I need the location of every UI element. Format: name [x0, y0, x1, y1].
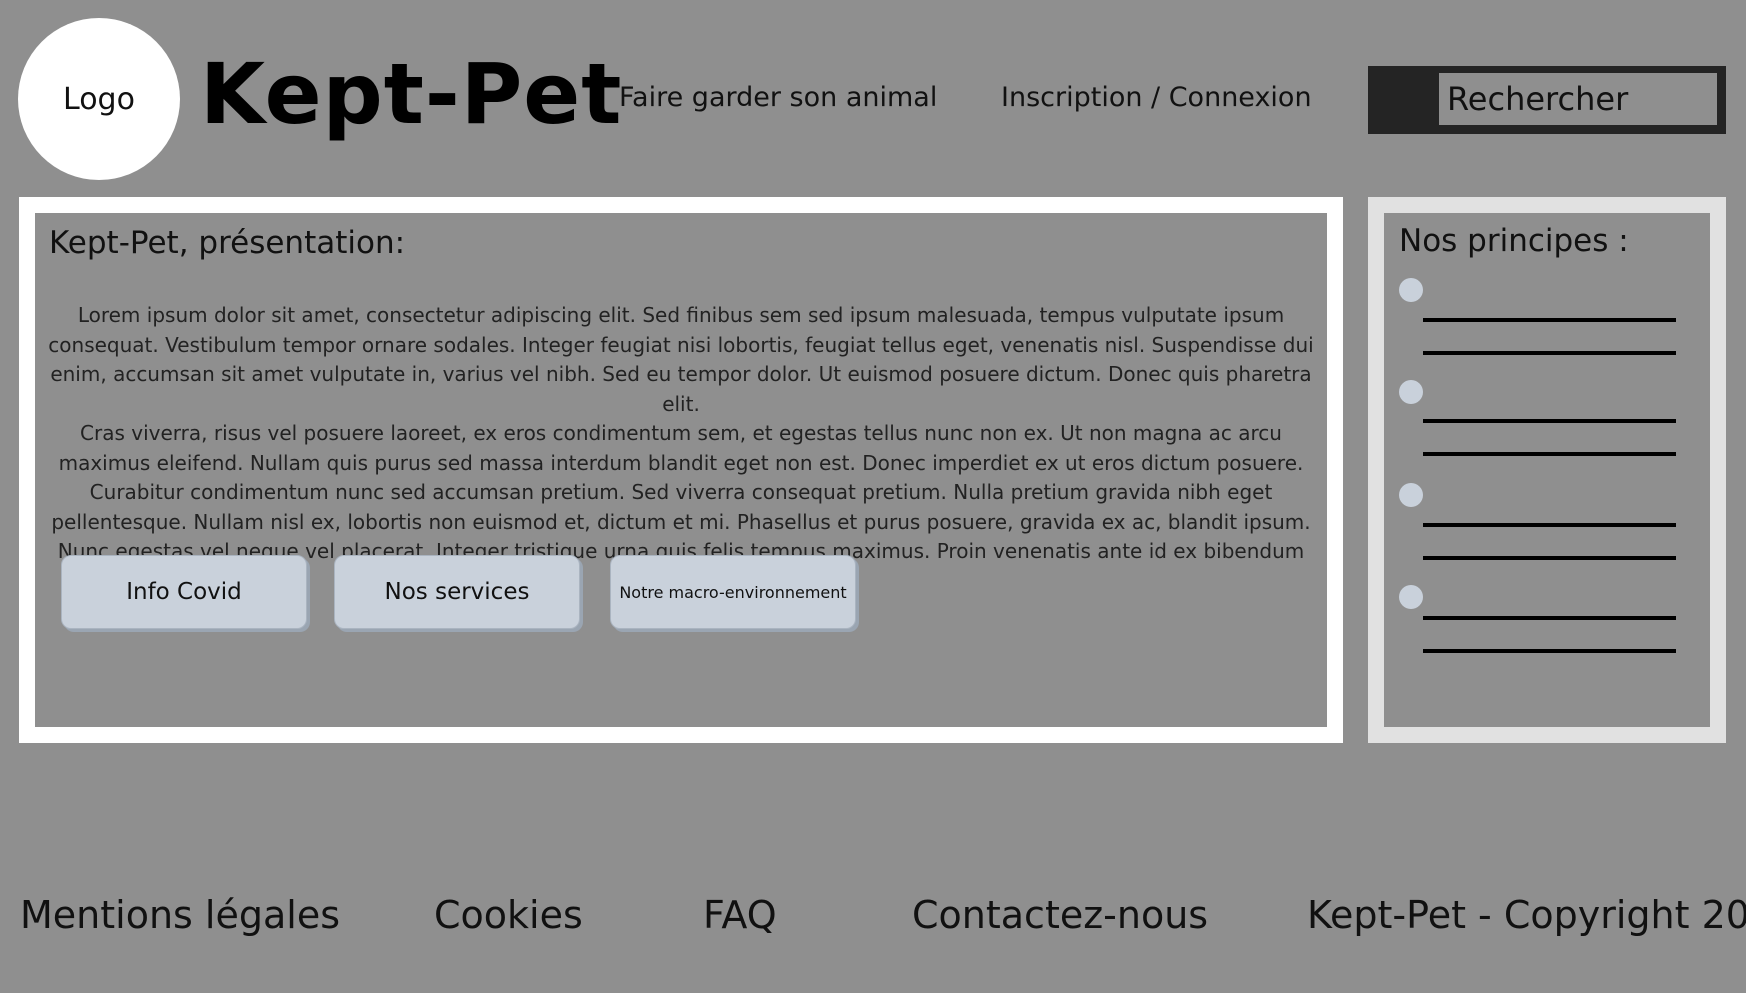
footer-copyright: Kept-Pet - Copyright 2021: [1307, 893, 1746, 937]
placeholder-line: [1423, 556, 1676, 560]
placeholder-line: [1423, 616, 1676, 620]
footer-contact[interactable]: Contactez-nous: [912, 893, 1208, 937]
bullet-icon: [1399, 278, 1423, 302]
logo-text: Logo: [63, 81, 135, 117]
search-button[interactable]: [1368, 66, 1436, 134]
bullet-icon: [1399, 380, 1423, 404]
placeholder-line: [1423, 523, 1676, 527]
placeholder-line: [1423, 318, 1676, 322]
placeholder-line: [1423, 452, 1676, 456]
principles-content: Nos principes :: [1384, 213, 1710, 727]
presentation-text: Lorem ipsum dolor sit amet, consectetur …: [45, 301, 1317, 596]
site-title: Kept-Pet: [200, 45, 623, 143]
placeholder-line: [1423, 649, 1676, 653]
footer-faq[interactable]: FAQ: [703, 893, 777, 937]
nos-services-button[interactable]: Nos services: [334, 555, 580, 629]
paragraph: Lorem ipsum dolor sit amet, consectetur …: [48, 303, 1314, 416]
presentation-title: Kept-Pet, présentation:: [49, 225, 406, 261]
presentation-content: Kept-Pet, présentation: Lorem ipsum dolo…: [35, 213, 1327, 727]
bullet-icon: [1399, 483, 1423, 507]
nav-faire-garder[interactable]: Faire garder son animal: [619, 82, 937, 113]
placeholder-line: [1423, 351, 1676, 355]
footer-cookies[interactable]: Cookies: [434, 893, 583, 937]
search-input[interactable]: [1436, 70, 1720, 128]
presentation-panel: Kept-Pet, présentation: Lorem ipsum dolo…: [19, 197, 1343, 743]
principles-title: Nos principes :: [1399, 223, 1629, 259]
info-covid-button[interactable]: Info Covid: [61, 555, 307, 629]
macro-environnement-button[interactable]: Notre macro-environnement: [610, 555, 856, 629]
footer-mentions-legales[interactable]: Mentions légales: [20, 893, 340, 937]
placeholder-line: [1423, 419, 1676, 423]
bullet-icon: [1399, 585, 1423, 609]
search-bar: [1368, 66, 1726, 134]
principles-panel: Nos principes :: [1368, 197, 1726, 743]
logo[interactable]: Logo: [18, 18, 180, 180]
nav-inscription-connexion[interactable]: Inscription / Connexion: [1001, 82, 1312, 113]
